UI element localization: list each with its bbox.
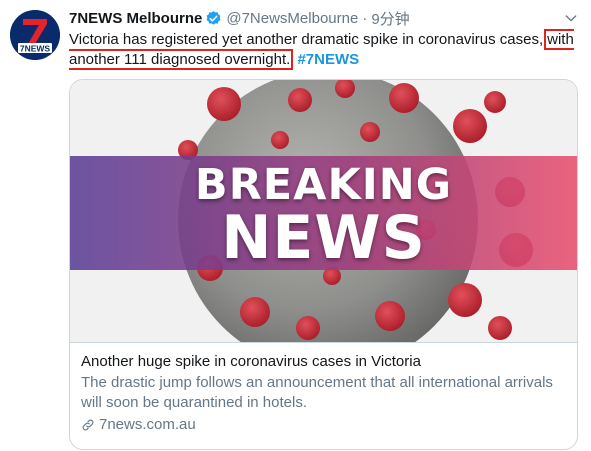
link-card[interactable]: BREAKING NEWS Another huge spike in coro…: [69, 79, 578, 450]
card-image[interactable]: BREAKING NEWS: [70, 80, 577, 343]
author-name[interactable]: 7NEWS Melbourne: [69, 10, 202, 27]
card-title[interactable]: Another huge spike in coronavirus cases …: [81, 352, 566, 372]
tweet: 7NEWS 7NEWS Melbourne @7NewsMelbourne · …: [0, 0, 591, 451]
avatar-logo-text: 7NEWS: [20, 44, 51, 54]
tweet-text-main: Victoria has registered yet another dram…: [69, 31, 544, 48]
card-domain[interactable]: 7news.com.au: [81, 415, 566, 435]
seven-news-logo-icon: 7NEWS: [10, 10, 60, 60]
author-handle[interactable]: @7NewsMelbourne: [226, 10, 358, 27]
separator-dot: ·: [362, 9, 368, 27]
tweet-text: Victoria has registered yet another dram…: [69, 29, 579, 70]
timestamp[interactable]: 9分钟: [371, 8, 409, 29]
avatar[interactable]: 7NEWS: [10, 10, 60, 60]
card-description: The drastic jump follows an announcement…: [81, 374, 553, 411]
breaking-line: BREAKING: [194, 160, 453, 210]
card-domain-text: 7news.com.au: [99, 416, 196, 433]
tweet-content: 7NEWS Melbourne @7NewsMelbourne · 9分钟 Vi…: [69, 8, 579, 450]
verified-badge-icon: [206, 10, 221, 25]
news-line: NEWS: [221, 203, 426, 273]
card-body[interactable]: Another huge spike in coronavirus cases …: [70, 343, 577, 435]
link-icon: [82, 419, 94, 431]
chevron-down-icon[interactable]: [563, 10, 579, 26]
tweet-header: 7NEWS Melbourne @7NewsMelbourne · 9分钟: [69, 8, 579, 28]
hashtag-link[interactable]: #7NEWS: [297, 51, 359, 68]
